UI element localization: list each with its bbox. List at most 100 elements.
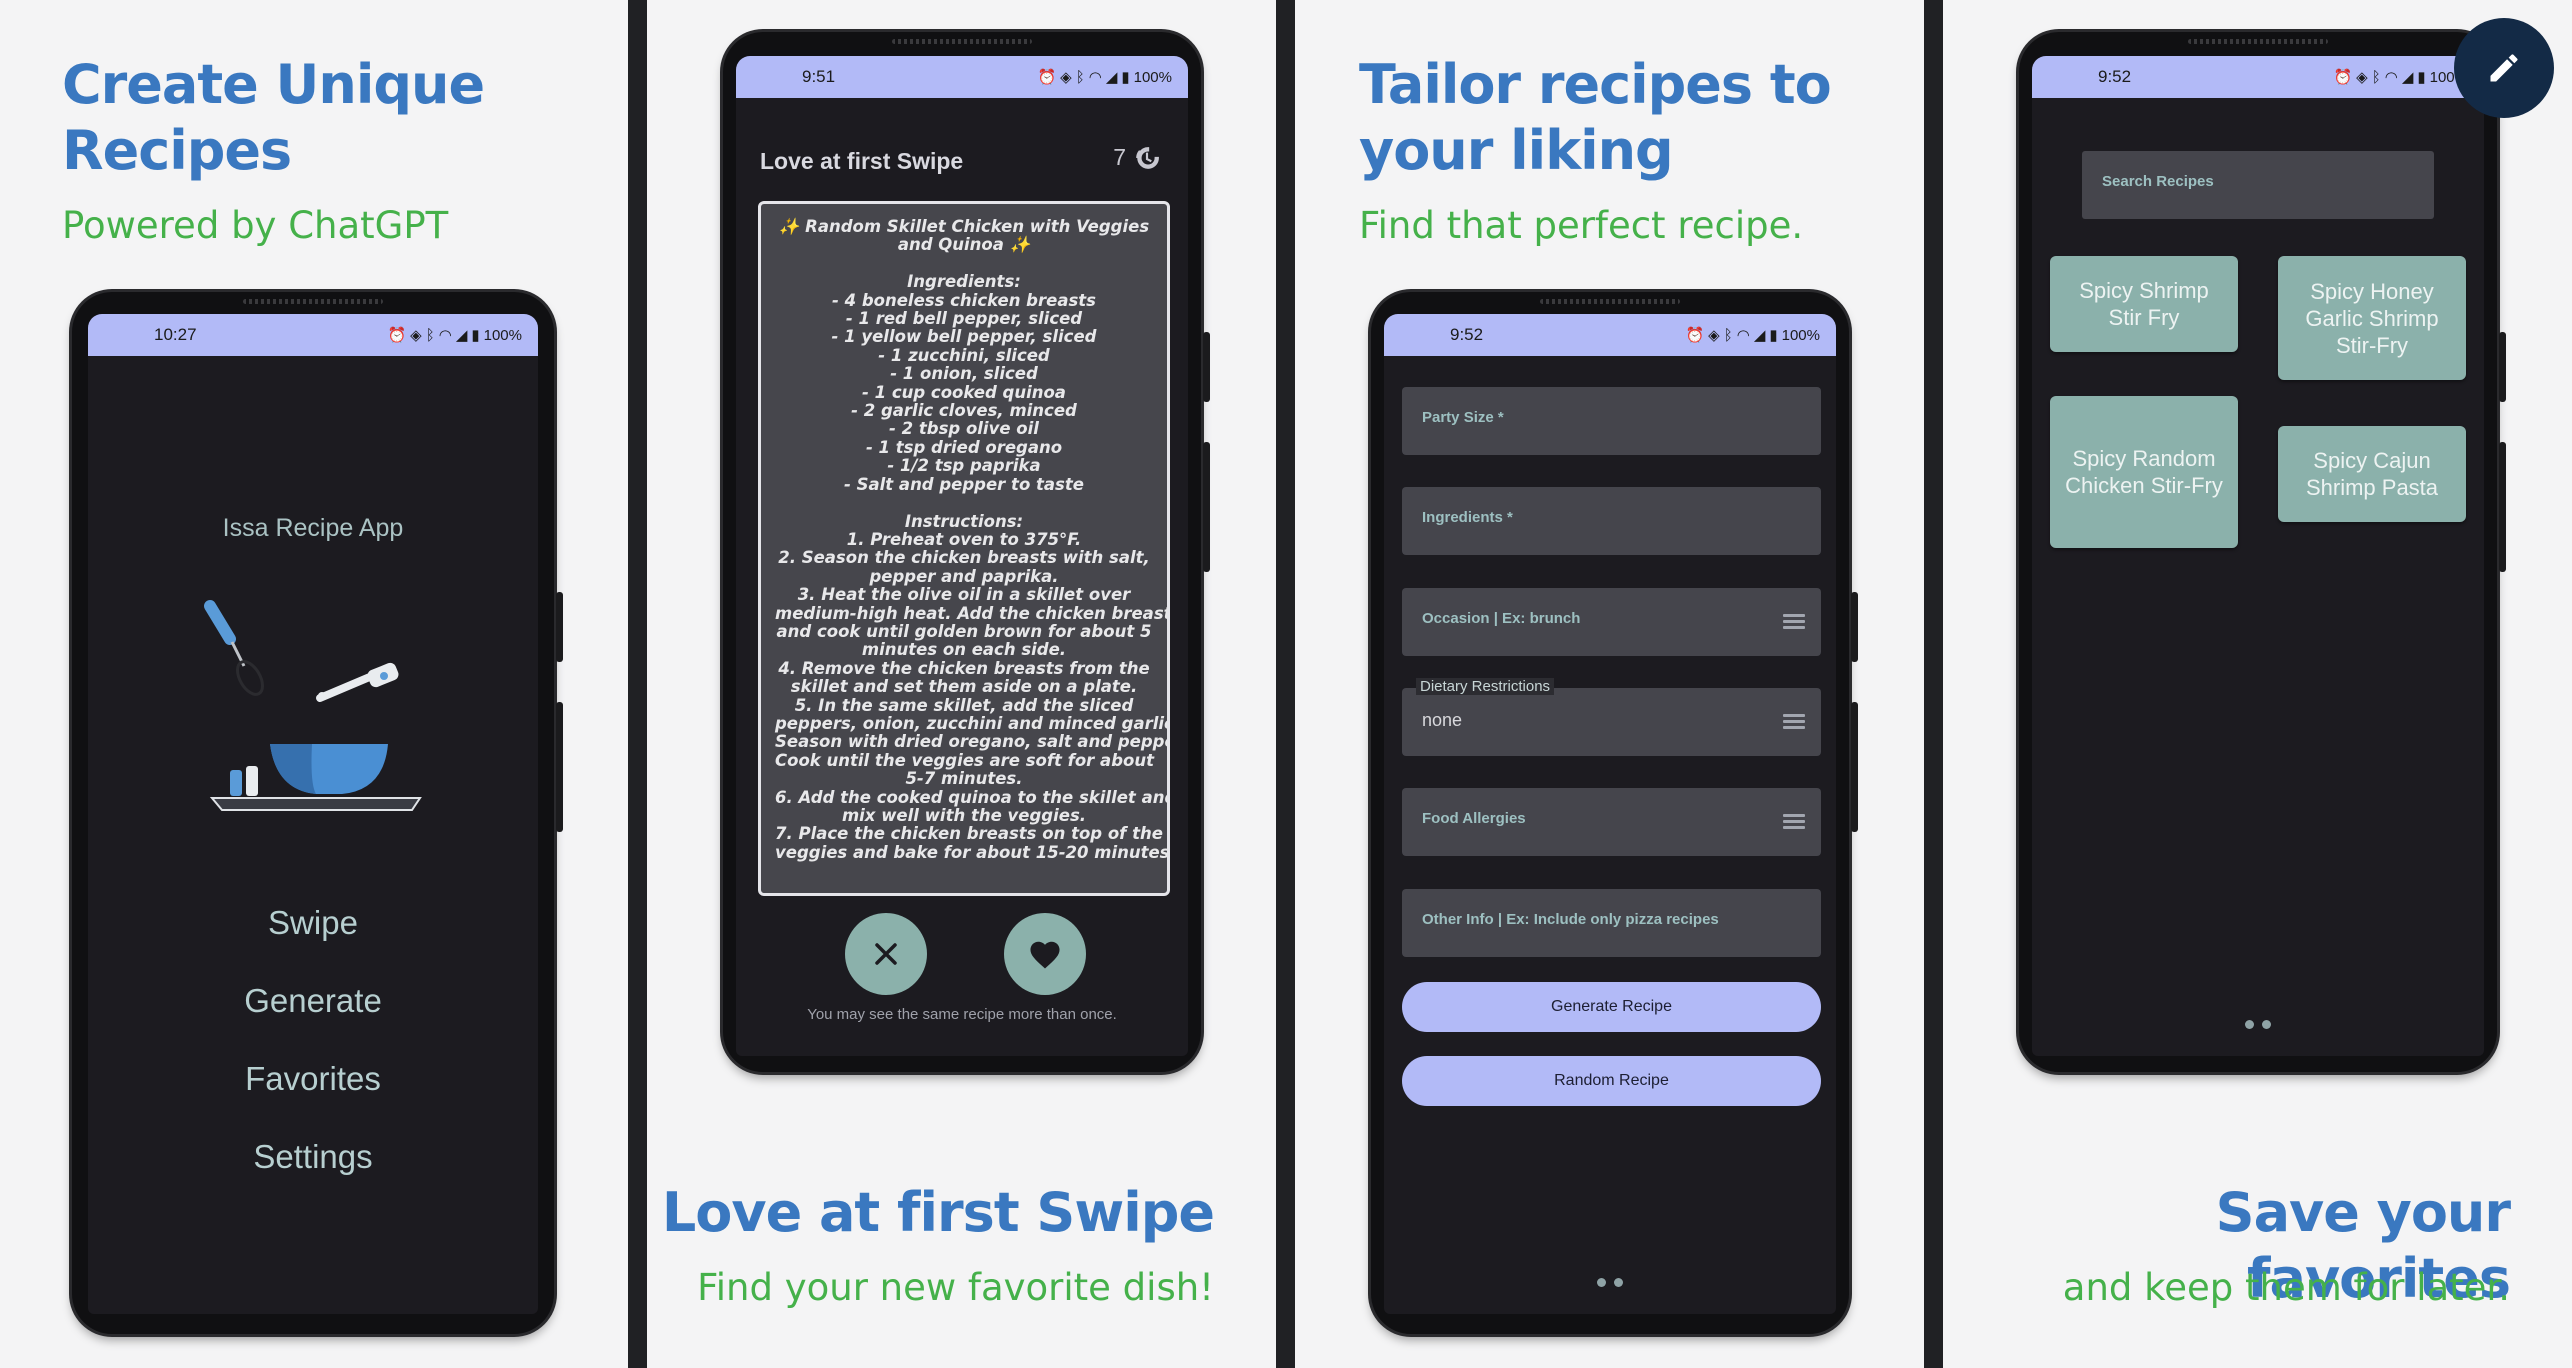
recipe-line: medium-high heat. Add the chicken breast… <box>775 603 1170 623</box>
vibrate-icon: ◈ <box>1708 327 1720 344</box>
phone-screen: 9:52 ⏰ ◈ ᛒ ◠ ◢ ▮ 100% Search Recipes Spi… <box>2032 56 2484 1056</box>
favorite-card[interactable]: Spicy Honey Garlic Shrimp Stir-Fry <box>2278 256 2466 380</box>
food-allergies-field[interactable]: Food Allergies <box>1402 788 1821 856</box>
occasion-field[interactable]: Occasion | Ex: brunch <box>1402 588 1821 656</box>
repeat-hint: You may see the same recipe more than on… <box>807 1006 1117 1023</box>
recipe-line: - 1 onion, sliced <box>890 364 1038 384</box>
party-size-field[interactable]: Party Size * <box>1402 387 1821 455</box>
panel-headline: Tailor recipes to your liking <box>1359 52 1832 184</box>
menu-swipe[interactable]: Swipe <box>88 904 538 942</box>
bowl-icon <box>270 744 388 794</box>
recipe-line: and Quinoa ✨ <box>897 235 1031 255</box>
recipe-line: - 1 cup cooked quinoa <box>862 382 1066 402</box>
panel-favorites: 9:52 ⏰ ◈ ᛒ ◠ ◢ ▮ 100% Search Recipes Spi… <box>1943 0 2572 1368</box>
drag-handle-icon <box>1783 614 1805 630</box>
recipe-line: - 1/2 tsp paprika <box>887 456 1041 476</box>
field-label: Other Info | Ex: Include only pizza reci… <box>1422 911 1719 928</box>
phone-side-button <box>1203 332 1210 402</box>
signal-icon: ◢ <box>455 327 468 344</box>
phone-frame: 9:52 ⏰ ◈ ᛒ ◠ ◢ ▮ 100% Search Recipes Spi… <box>2019 32 2506 1072</box>
signal-icon: ◢ <box>2401 69 2414 86</box>
phone-speaker <box>243 299 383 304</box>
app-name: Issa Recipe App <box>222 514 404 542</box>
history-button[interactable]: 7 <box>1113 144 1160 171</box>
page-indicator <box>1384 1278 1836 1287</box>
status-time: 9:52 <box>1450 325 1484 344</box>
signal-icon: ◢ <box>1753 327 1766 344</box>
menu-settings[interactable]: Settings <box>88 1138 538 1176</box>
field-label: Food Allergies <box>1422 810 1526 827</box>
recipe-line: 4. Remove the chicken breasts from the <box>778 658 1150 678</box>
phone-side-button <box>2499 332 2506 402</box>
menu-favorites[interactable]: Favorites <box>88 1060 538 1098</box>
vibrate-icon: ◈ <box>2356 69 2368 86</box>
battery-level: 100% <box>1781 326 1820 344</box>
vibrate-icon: ◈ <box>1060 69 1072 86</box>
salt-pepper-icon <box>230 766 258 796</box>
search-placeholder: Search Recipes <box>2102 173 2214 190</box>
screen-title: Love at first Swipe <box>760 148 964 174</box>
panel-swipe: 9:51 ⏰ ◈ ᛒ ◠ ◢ ▮ 100% Love at first Swip… <box>647 0 1276 1368</box>
dislike-button[interactable] <box>845 913 927 995</box>
wifi-icon: ◠ <box>2384 69 2398 86</box>
dietary-restrictions-field[interactable]: Dietary Restrictions none <box>1402 678 1821 756</box>
recipe-line: - Salt and pepper to taste <box>844 474 1084 494</box>
panel-subline: Powered by ChatGPT <box>62 204 449 247</box>
battery-icon: ▮ <box>2417 69 2426 86</box>
recipe-line: Ingredients: <box>907 272 1021 292</box>
ingredients-field[interactable]: Ingredients * <box>1402 487 1821 555</box>
battery-level: 100% <box>483 326 522 344</box>
phone-speaker <box>1540 299 1680 304</box>
recipe-line: skillet and set them aside on a plate. <box>790 677 1138 697</box>
signal-icon: ◢ <box>1105 69 1118 86</box>
panel-subline: Find your new favorite dish! <box>697 1266 1214 1309</box>
alarm-icon: ⏰ <box>2333 69 2353 86</box>
random-recipe-button[interactable]: Random Recipe <box>1402 1056 1821 1106</box>
alarm-icon: ⏰ <box>387 327 407 344</box>
bluetooth-icon: ᛒ <box>425 326 435 344</box>
close-icon <box>875 943 897 965</box>
recipe-line <box>775 255 1153 273</box>
page-indicator <box>2032 1020 2484 1029</box>
alarm-icon: ⏰ <box>1037 69 1057 86</box>
tray-icon <box>209 797 422 811</box>
recipe-line: ✨ Random Skillet Chicken with Veggies <box>778 217 1150 236</box>
phone-screen: 10:27 ⏰ ◈ ᛒ ◠ ◢ ▮ 100% Issa Recipe App S… <box>88 314 538 1314</box>
wifi-icon: ◠ <box>1736 327 1750 344</box>
whisk-icon <box>204 600 264 696</box>
status-bar: 9:51 ⏰ ◈ ᛒ ◠ ◢ ▮ 100% <box>736 56 1188 98</box>
like-button[interactable] <box>1004 913 1086 995</box>
status-time: 10:27 <box>154 325 197 344</box>
recipe-line: peppers, onion, zucchini and minced garl… <box>775 713 1170 733</box>
phone-screen: 9:52 ⏰ ◈ ᛒ ◠ ◢ ▮ 100% Party Size * Ingre… <box>1384 314 1836 1314</box>
recipe-line: 5-7 minutes. <box>905 769 1023 789</box>
field-label: Party Size * <box>1422 409 1504 426</box>
phone-side-button <box>2499 442 2506 572</box>
recipe-line <box>775 494 1153 512</box>
favorite-card[interactable]: Spicy Shrimp Stir Fry <box>2050 256 2238 352</box>
battery-icon: ▮ <box>1769 327 1778 344</box>
search-input[interactable]: Search Recipes <box>2082 151 2434 219</box>
menu-generate[interactable]: Generate <box>88 982 538 1020</box>
battery-icon: ▮ <box>471 327 480 344</box>
favorite-card[interactable]: Spicy Cajun Shrimp Pasta <box>2278 426 2466 522</box>
phone-side-button <box>1203 442 1210 572</box>
favorite-card[interactable]: Spicy Random Chicken Stir-Fry <box>2050 396 2238 548</box>
recipe-line: - 1 zucchini, sliced <box>878 345 1050 365</box>
panel-create-recipes: Create Unique Recipes Powered by ChatGPT… <box>0 0 628 1368</box>
phone-screen: 9:51 ⏰ ◈ ᛒ ◠ ◢ ▮ 100% Love at first Swip… <box>736 56 1188 1056</box>
edit-icon <box>2490 54 2518 82</box>
recipe-line: 5. In the same skillet, add the sliced <box>794 695 1134 715</box>
panel-subline: and keep them for later. <box>2062 1266 2510 1309</box>
status-icons: ⏰ ◈ ᛒ ◠ ◢ ▮ 100% <box>1037 68 1172 87</box>
other-info-field[interactable]: Other Info | Ex: Include only pizza reci… <box>1402 889 1821 957</box>
recipe-card[interactable]: ✨ Random Skillet Chicken with Veggies an… <box>758 201 1170 896</box>
alarm-icon: ⏰ <box>1685 327 1705 344</box>
bluetooth-icon: ᛒ <box>2371 68 2381 86</box>
field-label: Ingredients * <box>1422 509 1513 526</box>
recipe-line: - 1 red bell pepper, sliced <box>845 309 1083 329</box>
phone-frame: 9:51 ⏰ ◈ ᛒ ◠ ◢ ▮ 100% Love at first Swip… <box>723 32 1210 1072</box>
generate-recipe-button[interactable]: Generate Recipe <box>1402 982 1821 1032</box>
history-count: 7 <box>1113 144 1126 170</box>
edit-button[interactable] <box>2454 18 2554 118</box>
